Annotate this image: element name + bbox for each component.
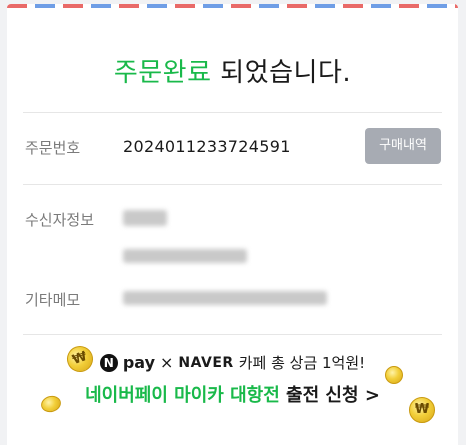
promo-line-2[interactable]: 네이버페이 마이카 대항전 출전 신청 >: [7, 381, 458, 407]
recipient-info-label: 수신자정보: [25, 211, 95, 229]
order-complete-card: 주문완료 되었습니다. 주문번호 2024011233724591 구매내역 수…: [7, 4, 458, 445]
times-symbol: ×: [160, 353, 174, 372]
promo-event-name: 네이버페이 마이카 대항전: [85, 385, 280, 406]
title-highlight: 주문완료: [113, 58, 212, 88]
divider: [23, 184, 442, 185]
order-number-label: 주문번호: [25, 139, 81, 157]
recipient-phone-redacted: [123, 249, 247, 263]
airmail-border: [7, 4, 458, 8]
promo-apply-link[interactable]: 출전 신청 >: [280, 385, 380, 406]
memo-label: 기타메모: [25, 291, 81, 309]
order-number-value: 2024011233724591: [123, 137, 291, 156]
page-title: 주문완료 되었습니다.: [7, 52, 458, 89]
divider: [23, 112, 442, 113]
naverpay-n-icon: N: [99, 353, 118, 372]
promo-prize-text: 카페 총 상금 1억원!: [238, 354, 366, 372]
naver-logo-text: NAVER: [178, 354, 234, 371]
pay-logo-text: pay: [122, 353, 156, 372]
recipient-name-redacted: [123, 210, 167, 226]
promo-line-1: N pay × NAVER 카페 총 상금 1억원!: [7, 352, 458, 373]
divider: [23, 334, 442, 335]
title-rest: 되었습니다.: [211, 58, 352, 88]
purchase-history-button[interactable]: 구매내역: [365, 128, 441, 164]
memo-value-redacted: [123, 291, 327, 305]
